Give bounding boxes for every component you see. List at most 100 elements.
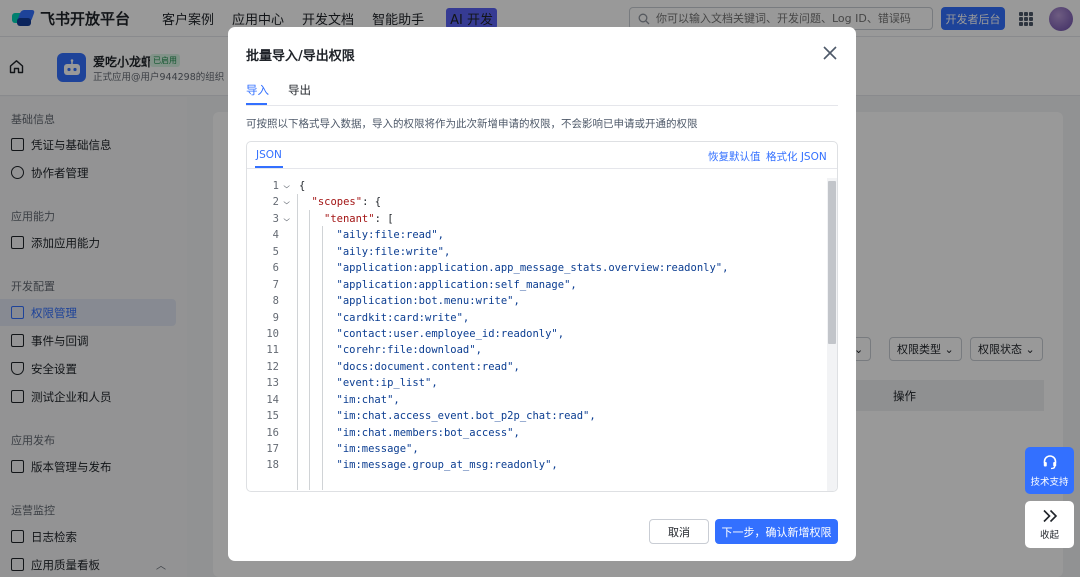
next-confirm-button[interactable]: 下一步，确认新增权限 bbox=[715, 519, 838, 544]
json-key: "tenant" bbox=[324, 212, 375, 225]
line-number: 8 bbox=[272, 295, 279, 308]
line-number: 12 bbox=[266, 360, 279, 373]
code-text: "im:chat.members:bot_access", bbox=[337, 425, 520, 441]
code-line[interactable]: 12 "docs:document.content:read", bbox=[247, 359, 825, 375]
code-text: "application:application.app_message_sta… bbox=[337, 260, 729, 276]
line-number: 4 bbox=[272, 229, 279, 242]
json-string: "application:application:self_manage", bbox=[336, 278, 577, 291]
code-line[interactable]: 15 "im:chat.access_event.bot_p2p_chat:rea… bbox=[247, 408, 825, 424]
json-string: "im:chat.members:bot_access", bbox=[336, 426, 520, 439]
json-string: "event:ip_list", bbox=[336, 377, 438, 390]
json-string: "im:message.group_at_msg:readonly", bbox=[336, 459, 558, 472]
code-line[interactable]: 7 "application:application:self_manage", bbox=[247, 277, 825, 293]
code-line[interactable]: 14 "im:chat", bbox=[247, 392, 825, 408]
tab-import[interactable]: 导入 bbox=[246, 82, 269, 98]
json-string: "application:application.app_message_sta… bbox=[336, 262, 729, 275]
json-string: "im:chat", bbox=[336, 393, 400, 406]
line-number: 5 bbox=[272, 245, 279, 258]
line-number: 6 bbox=[272, 262, 279, 275]
fold-chevron-icon[interactable]: ⌵ bbox=[283, 178, 290, 194]
editor-toolbar: JSON 恢复默认值 格式化 JSON bbox=[247, 142, 837, 169]
modal-tabs: 导入 导出 bbox=[246, 80, 838, 106]
json-string: "im:message", bbox=[336, 443, 419, 455]
code-line[interactable]: 17 "im:message", bbox=[247, 441, 825, 457]
code-line[interactable]: 11 "corehr:file:download", bbox=[247, 342, 825, 358]
import-description: 可按照以下格式导入数据，导入的权限将作为此次新增申请的权限，不会影响已申请或开通… bbox=[246, 118, 698, 130]
code-text: "corehr:file:download", bbox=[337, 342, 482, 358]
editor-scrollbar[interactable] bbox=[827, 178, 837, 491]
batch-permission-modal: 批量导入/导出权限 导入 导出 可按照以下格式导入数据，导入的权限将作为此次新增… bbox=[228, 27, 856, 561]
format-json-link[interactable]: 格式化 JSON bbox=[766, 149, 827, 164]
fold-chevron-icon[interactable]: ⌵ bbox=[283, 211, 290, 227]
code-line[interactable]: 9 "cardkit:card:write", bbox=[247, 310, 825, 326]
line-number: 3 bbox=[272, 212, 279, 225]
json-string: "contact:user.employee_id:readonly", bbox=[336, 327, 565, 340]
tab-json[interactable]: JSON bbox=[256, 149, 282, 161]
collapse-button[interactable]: 收起 bbox=[1025, 501, 1074, 548]
line-number: 13 bbox=[266, 377, 279, 390]
json-key: "scopes" bbox=[311, 196, 363, 209]
line-number: 10 bbox=[266, 327, 279, 340]
code-text: { bbox=[299, 178, 305, 194]
json-editor[interactable]: JSON 恢复默认值 格式化 JSON 1 ⌵ {2 ⌵ "scopes": { 3 ⌵ "t… bbox=[246, 141, 838, 492]
active-tab-indicator bbox=[246, 103, 267, 105]
line-number: 18 bbox=[266, 459, 279, 472]
code-text: "tenant": [ bbox=[324, 211, 394, 227]
code-text: "aily:file:write", bbox=[337, 244, 451, 260]
json-string: "aily:file:read", bbox=[336, 229, 444, 242]
json-punct: : { bbox=[362, 196, 382, 209]
close-icon[interactable] bbox=[820, 43, 840, 63]
line-number: 9 bbox=[272, 311, 279, 324]
json-string: "im:chat.access_event.bot_p2p_chat:read"… bbox=[336, 410, 596, 423]
code-text: "im:chat", bbox=[337, 392, 400, 408]
code-line[interactable]: 13 "event:ip_list", bbox=[247, 375, 825, 391]
double-chevron-right-icon bbox=[1042, 509, 1057, 522]
line-number: 16 bbox=[266, 426, 279, 439]
json-string: "docs:document.content:read", bbox=[336, 360, 520, 373]
code-line[interactable]: 5 "aily:file:write", bbox=[247, 244, 825, 260]
fold-chevron-icon[interactable]: ⌵ bbox=[283, 194, 290, 210]
modal-title: 批量导入/导出权限 bbox=[246, 49, 355, 64]
code-line[interactable]: 18 "im:message.group_at_msg:readonly", bbox=[247, 457, 825, 473]
line-number: 1 bbox=[272, 180, 279, 192]
code-line[interactable]: 1 ⌵ { bbox=[247, 178, 825, 194]
code-text: "event:ip_list", bbox=[337, 375, 438, 391]
line-number: 14 bbox=[266, 393, 279, 406]
json-tab-indicator bbox=[255, 166, 283, 168]
collapse-label: 收起 bbox=[1039, 529, 1059, 541]
tech-support-label: 技术支持 bbox=[1030, 476, 1069, 488]
tech-support-button[interactable]: 技术支持 bbox=[1025, 447, 1074, 494]
line-number: 7 bbox=[272, 278, 279, 291]
code-line[interactable]: 6 "application:application.app_message_st… bbox=[247, 260, 825, 276]
code-text: "application:bot.menu:write", bbox=[337, 293, 520, 309]
code-line[interactable]: 3 ⌵ "tenant": [ bbox=[247, 211, 825, 227]
headset-icon bbox=[1043, 454, 1056, 469]
code-text: "docs:document.content:read", bbox=[337, 359, 520, 375]
json-string: "cardkit:card:write", bbox=[336, 311, 470, 324]
line-number: 17 bbox=[266, 443, 279, 455]
code-text: "im:chat.access_event.bot_p2p_chat:read"… bbox=[337, 408, 596, 424]
json-string: "application:bot.menu:write", bbox=[336, 295, 520, 308]
json-string: "aily:file:write", bbox=[336, 245, 451, 258]
code-text: "application:application:self_manage", bbox=[337, 277, 577, 293]
tab-export[interactable]: 导出 bbox=[288, 82, 311, 98]
code-line[interactable]: 8 "application:bot.menu:write", bbox=[247, 293, 825, 309]
editor-scrollbar-thumb[interactable] bbox=[828, 181, 836, 344]
code-line[interactable]: 10 "contact:user.employee_id:readonly", bbox=[247, 326, 825, 342]
json-punct: { bbox=[299, 180, 306, 192]
line-number: 2 bbox=[272, 196, 279, 209]
cancel-button[interactable]: 取消 bbox=[649, 519, 709, 544]
code-area[interactable]: 1 ⌵ {2 ⌵ "scopes": { 3 ⌵ "tenant": [ 4 "aily:file… bbox=[247, 178, 825, 490]
code-line[interactable]: 16 "im:chat.members:bot_access", bbox=[247, 425, 825, 441]
code-text: "im:message", bbox=[337, 441, 419, 457]
code-line[interactable]: 4 "aily:file:read", bbox=[247, 227, 825, 243]
code-text: "contact:user.employee_id:readonly", bbox=[337, 326, 565, 342]
code-text: "im:message.group_at_msg:readonly", bbox=[337, 457, 558, 473]
code-text: "cardkit:card:write", bbox=[337, 310, 470, 326]
json-punct: : [ bbox=[374, 212, 394, 225]
restore-default-link[interactable]: 恢复默认值 bbox=[708, 149, 761, 164]
code-line[interactable]: 2 ⌵ "scopes": { bbox=[247, 194, 825, 210]
code-text: "scopes": { bbox=[312, 194, 382, 210]
json-string: "corehr:file:download", bbox=[336, 344, 482, 357]
line-number: 15 bbox=[266, 410, 279, 423]
